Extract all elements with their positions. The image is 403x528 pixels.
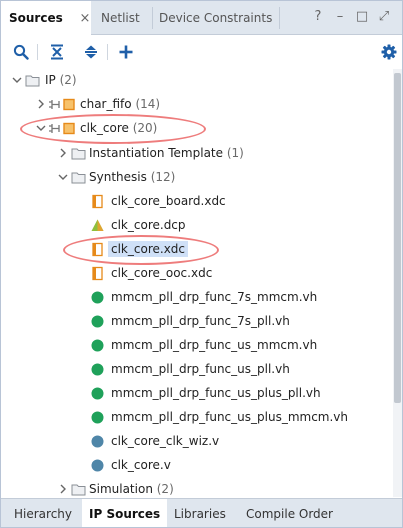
tree-node-label: IP (2) (45, 73, 77, 87)
vertical-scrollbar[interactable] (393, 69, 402, 497)
tree-file-item[interactable]: clk_core_board.xdc (1, 190, 391, 213)
file-label: mmcm_pll_drp_func_7s_mmcm.vh (111, 290, 318, 304)
file-label: clk_core_clk_wiz.v (111, 434, 220, 448)
blue-dot-icon (91, 435, 104, 448)
ip-connector-icon (49, 124, 60, 133)
help-icon[interactable]: ? (311, 10, 325, 24)
file-label: clk_core_ooc.xdc (111, 266, 213, 280)
tab-netlist-label: Netlist (101, 11, 140, 25)
file-label: mmcm_pll_drp_func_us_plus_mmcm.vh (111, 410, 349, 424)
close-icon[interactable]: × (79, 12, 91, 25)
tree-file-item-selected[interactable]: clk_core.xdc (1, 238, 391, 261)
tree-node-simulation[interactable]: Simulation (2) (1, 478, 391, 497)
tree-node-label: char_fifo (14) (80, 97, 161, 111)
tab-ip-sources-label: IP Sources (89, 507, 161, 521)
tree-file-item[interactable]: mmcm_pll_drp_func_us_plus_pll.vh (1, 382, 391, 405)
scrollbar-thumb[interactable] (394, 73, 401, 403)
tree-file-item[interactable]: mmcm_pll_drp_func_us_plus_mmcm.vh (1, 406, 391, 429)
folder-icon (71, 172, 86, 184)
bottom-tab-bar: Hierarchy IP Sources Libraries Compile O… (1, 498, 402, 527)
chevron-down-icon[interactable] (36, 123, 46, 133)
float-icon[interactable]: ⤢ (377, 10, 391, 24)
tab-divider (279, 7, 280, 29)
green-dot-icon (91, 411, 104, 424)
file-label: clk_core_board.xdc (111, 194, 226, 208)
green-dot-icon (91, 339, 104, 352)
tab-hierarchy[interactable]: Hierarchy (7, 499, 79, 527)
tree-node-label: clk_core (20) (80, 121, 158, 135)
folder-icon (71, 148, 86, 160)
xdc-file-icon (92, 266, 103, 281)
search-icon[interactable] (10, 41, 32, 63)
collapse-all-icon[interactable] (46, 41, 68, 63)
xdc-file-icon (92, 242, 103, 257)
expand-all-icon[interactable] (80, 41, 102, 63)
green-dot-icon (91, 387, 104, 400)
tree-file-item[interactable]: mmcm_pll_drp_func_7s_pll.vh (1, 310, 391, 333)
add-icon[interactable] (115, 41, 137, 63)
minimize-icon[interactable]: – (333, 10, 347, 24)
file-label: mmcm_pll_drp_func_us_pll.vh (111, 362, 290, 376)
toolbar-divider (107, 44, 108, 60)
tree-node-char-fifo[interactable]: char_fifo (14) (1, 93, 391, 116)
selection-highlight: clk_core.xdc (108, 241, 189, 257)
folder-icon (71, 484, 86, 496)
maximize-icon[interactable]: □ (355, 10, 369, 24)
tab-compile-order[interactable]: Compile Order (239, 499, 340, 527)
tab-device-constraints[interactable]: Device Constraints (151, 1, 280, 34)
tree-file-item[interactable]: clk_core_ooc.xdc (1, 262, 391, 285)
ip-connector-icon (49, 100, 60, 109)
source-tree[interactable]: IP (2) char_fifo (14) clk_core (20) Inst… (1, 69, 393, 497)
tab-libraries[interactable]: Libraries (167, 499, 233, 527)
sources-toolbar (1, 35, 402, 68)
tab-sources-label: Sources (9, 11, 63, 25)
tab-sources[interactable]: Sources (1, 1, 91, 35)
green-dot-icon (91, 363, 104, 376)
xdc-file-icon (92, 194, 103, 209)
tree-node-label: Instantiation Template (1) (89, 146, 244, 160)
panel-tab-bar: Sources × Netlist Device Constraints ? –… (1, 1, 402, 35)
tree-node-label: Simulation (2) (89, 482, 174, 496)
tree-node-label: Synthesis (12) (89, 170, 176, 184)
tree-node-instantiation-template[interactable]: Instantiation Template (1) (1, 142, 391, 165)
tree-node-synthesis[interactable]: Synthesis (12) (1, 166, 391, 189)
tab-hierarchy-label: Hierarchy (14, 507, 73, 521)
green-dot-icon (91, 315, 104, 328)
green-dot-icon (91, 291, 104, 304)
chevron-down-icon[interactable] (58, 172, 68, 182)
tree-file-item[interactable]: mmcm_pll_drp_func_us_pll.vh (1, 358, 391, 381)
ip-block-icon (63, 122, 75, 135)
tree-file-item[interactable]: clk_core_clk_wiz.v (1, 430, 391, 453)
tab-libraries-label: Libraries (174, 507, 226, 521)
chevron-right-icon[interactable] (36, 99, 46, 109)
tree-file-item[interactable]: clk_core.v (1, 454, 391, 477)
tree-node-clk-core[interactable]: clk_core (20) (1, 117, 391, 140)
file-label: clk_core.xdc (108, 241, 189, 257)
tab-netlist[interactable]: Netlist (93, 1, 148, 34)
ip-block-icon (63, 98, 75, 111)
file-label: mmcm_pll_drp_func_7s_pll.vh (111, 314, 290, 328)
tree-node-ip[interactable]: IP (2) (1, 69, 391, 92)
gear-icon[interactable] (378, 41, 400, 63)
chevron-down-icon[interactable] (12, 75, 22, 85)
blue-dot-icon (91, 459, 104, 472)
tree-file-item[interactable]: mmcm_pll_drp_func_7s_mmcm.vh (1, 286, 391, 309)
tree-file-item[interactable]: mmcm_pll_drp_func_us_mmcm.vh (1, 334, 391, 357)
file-label: clk_core.v (111, 458, 171, 472)
dcp-file-icon (91, 219, 104, 231)
tree-file-item[interactable]: clk_core.dcp (1, 214, 391, 237)
tab-ip-sources[interactable]: IP Sources (82, 499, 168, 527)
tab-compile-order-label: Compile Order (246, 507, 333, 521)
sources-panel: Sources × Netlist Device Constraints ? –… (0, 0, 403, 528)
toolbar-divider (37, 44, 38, 60)
chevron-right-icon[interactable] (58, 148, 68, 158)
file-label: mmcm_pll_drp_func_us_mmcm.vh (111, 338, 318, 352)
file-label: mmcm_pll_drp_func_us_plus_pll.vh (111, 386, 321, 400)
folder-icon (25, 75, 40, 87)
file-label: clk_core.dcp (111, 218, 186, 232)
chevron-right-icon[interactable] (58, 484, 68, 494)
tab-device-constraints-label: Device Constraints (159, 11, 273, 25)
